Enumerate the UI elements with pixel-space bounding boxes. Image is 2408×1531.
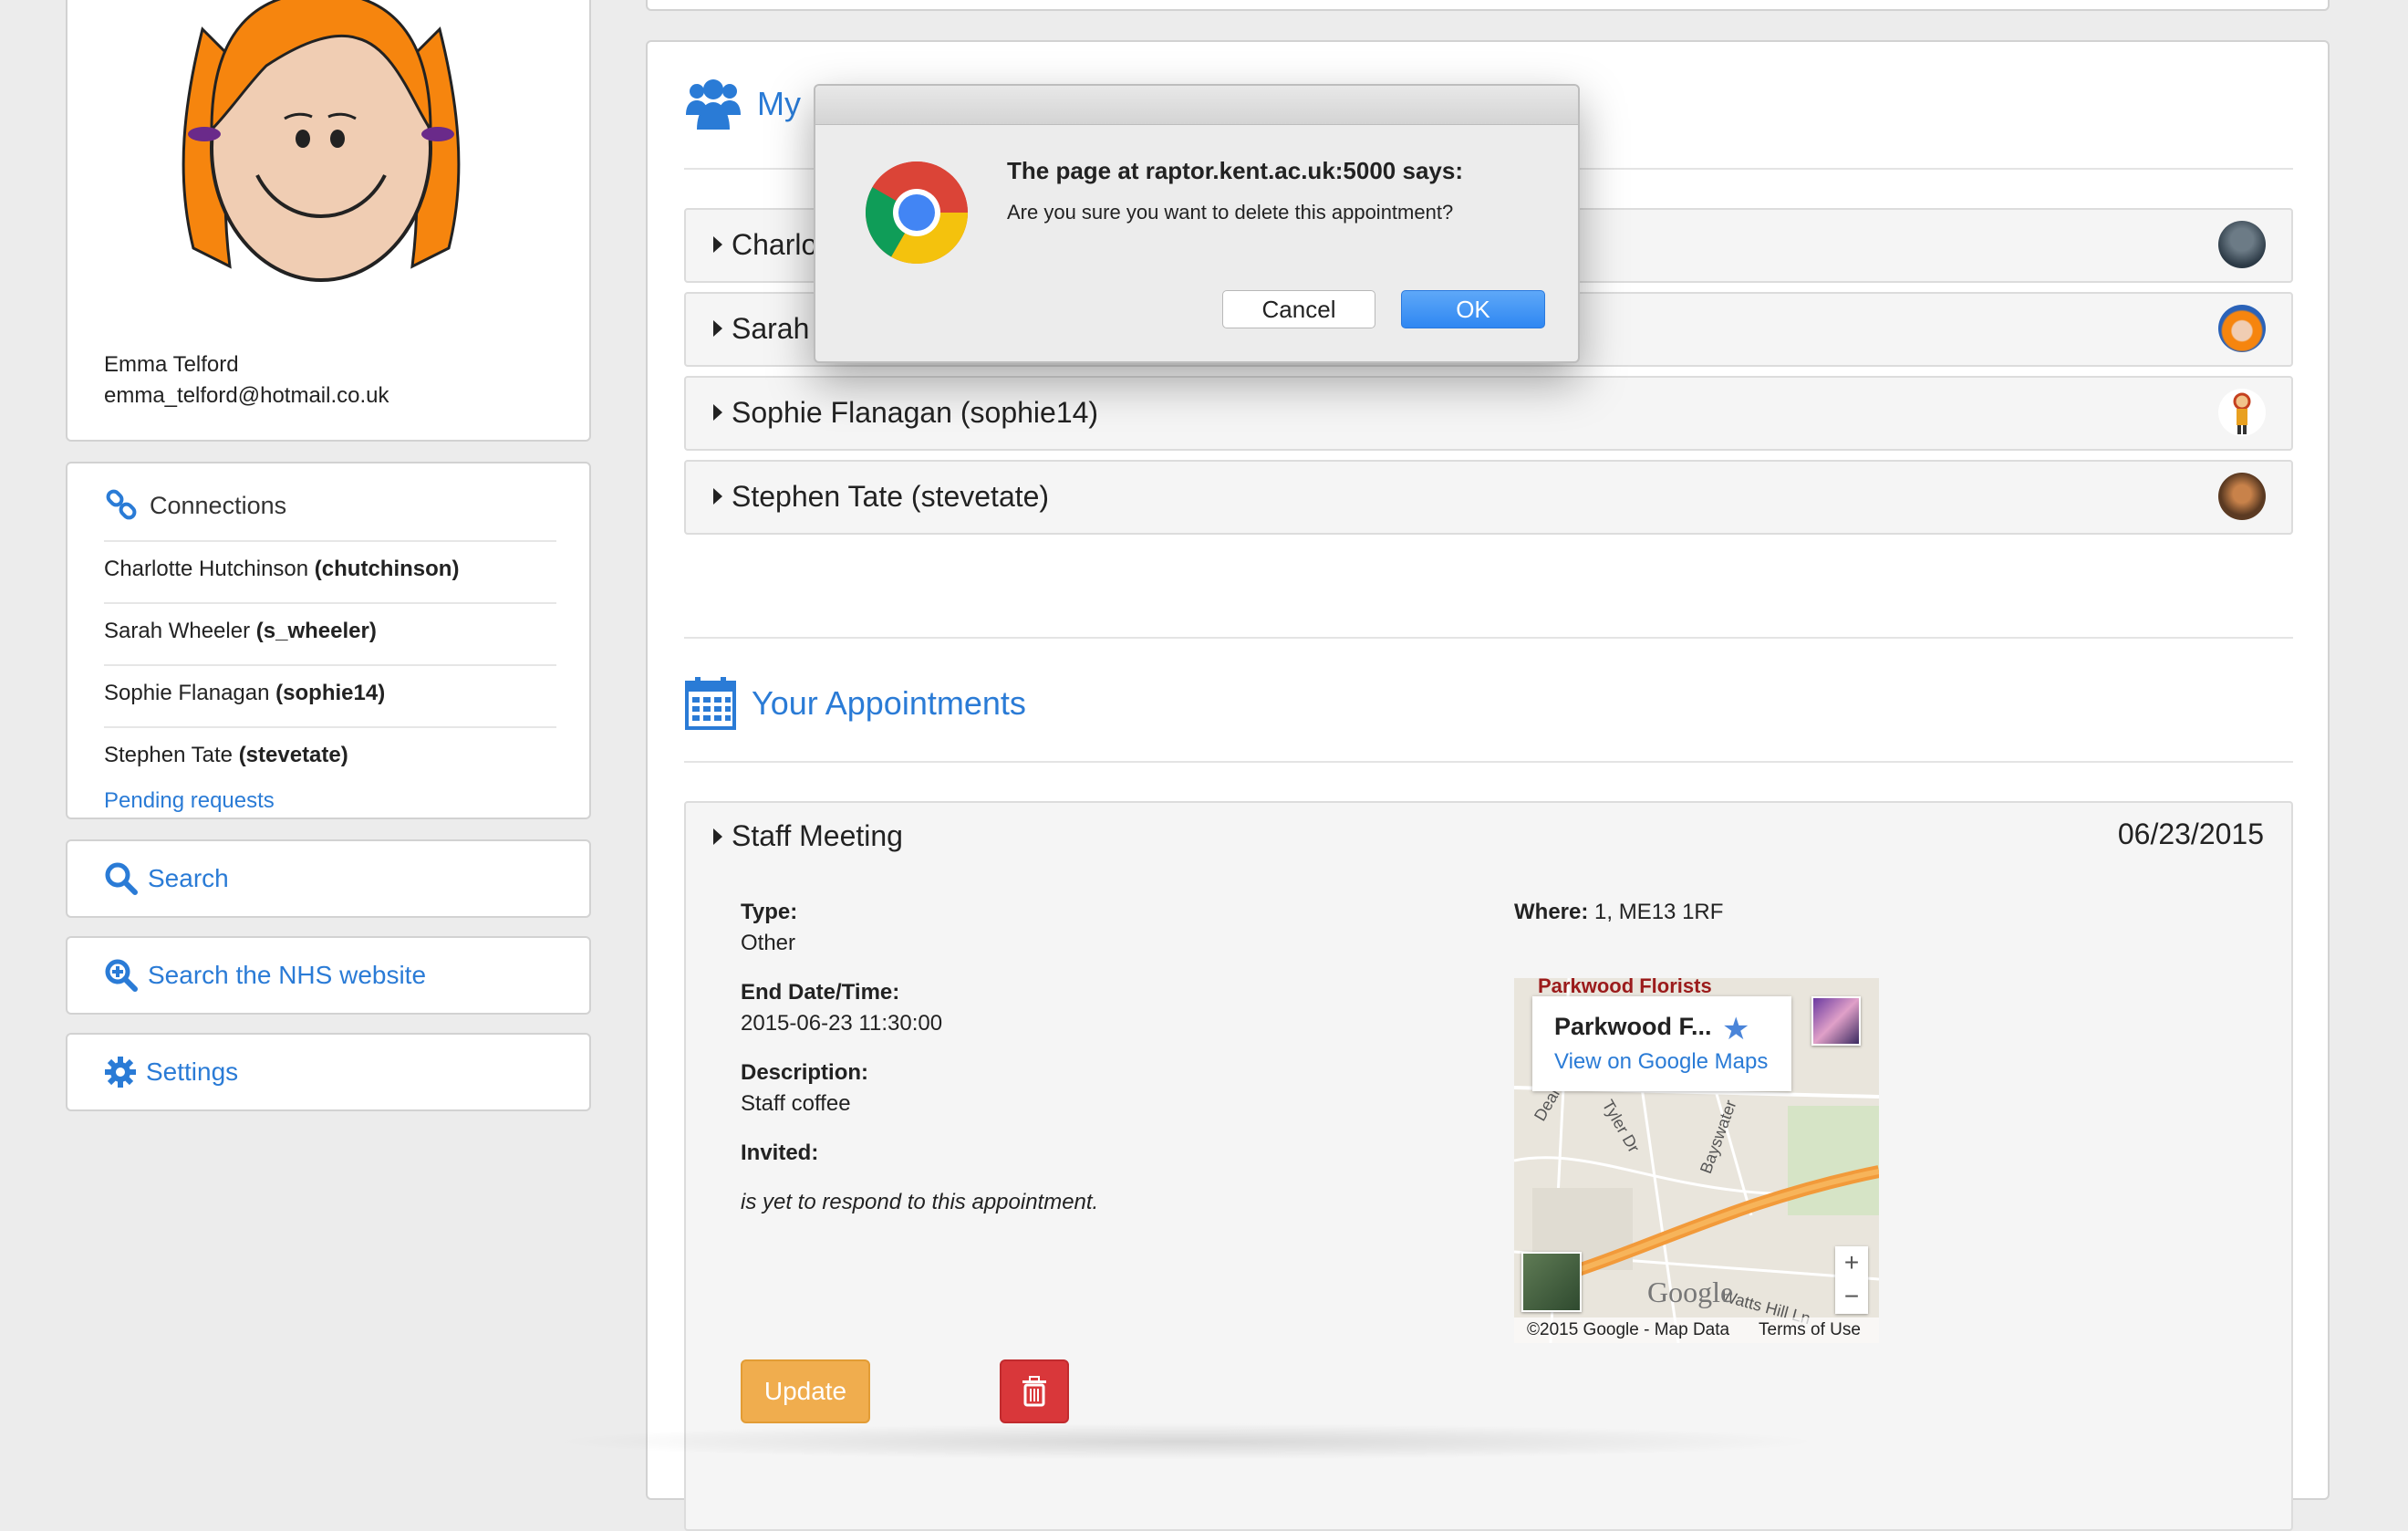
location-map[interactable]: Parkwood Florists Deanwoo Tyler Dr Baysw… [1514, 978, 1879, 1343]
connections-heading-label: Connections [150, 491, 287, 519]
gear-icon [105, 1057, 136, 1088]
dialog-title: The page at raptor.kent.ac.uk:5000 says: [1007, 157, 1463, 184]
search-label: Search [148, 864, 229, 892]
zoom-in-button[interactable]: + [1835, 1246, 1868, 1279]
profile-name: Emma Telford [104, 352, 239, 377]
connection-username: (s_wheeler) [255, 619, 377, 643]
link-icon [106, 489, 137, 520]
connections-heading: Connections [104, 487, 286, 524]
my-connections-title: My [684, 77, 801, 131]
appointment-card: Staff Meeting 06/23/2015 Type: Other End… [684, 801, 2293, 1531]
connection-row[interactable]: Sophie Flanagan (sophie14) [684, 376, 2293, 451]
trash-icon [1022, 1376, 1046, 1407]
connection-name: Stephen Tate [104, 743, 234, 767]
delete-button[interactable] [1000, 1359, 1069, 1423]
pending-requests-link[interactable]: Pending requests [104, 788, 275, 814]
ok-button[interactable]: OK [1401, 290, 1545, 328]
view-on-google-maps-link[interactable]: View on Google Maps [1554, 1049, 1768, 1075]
google-logo: Google [1647, 1276, 1734, 1308]
my-connections-label: My [757, 85, 801, 122]
connection-row-label: Sophie Flanagan (sophie14) [732, 396, 1099, 429]
divider [104, 602, 556, 604]
caret-right-icon [713, 320, 722, 337]
map-place-name: Parkwood F... [1554, 1013, 1712, 1040]
dialog-message: Are you sure you want to delete this app… [1007, 201, 1454, 224]
type-label: Type: [741, 900, 798, 924]
confirm-dialog: The page at raptor.kent.ac.uk:5000 says:… [814, 84, 1580, 363]
search-icon [105, 862, 138, 895]
map-copyright: ©2015 Google - Map Data [1527, 1320, 1730, 1339]
profile-card: Emma Telford emma_telford@hotmail.co.uk [66, 0, 591, 442]
settings-label: Settings [146, 1057, 239, 1086]
where-field: Where: 1, ME13 1RF [1514, 900, 1723, 925]
satellite-toggle[interactable] [1521, 1252, 1582, 1312]
caret-right-icon[interactable] [713, 828, 722, 845]
connection-row-label: Stephen Tate (stevetate) [732, 480, 1050, 513]
connection-name: Charlotte Hutchinson [104, 557, 309, 581]
connection-item[interactable]: Sophie Flanagan (sophie14) [104, 681, 556, 706]
connection-item[interactable]: Sarah Wheeler (s_wheeler) [104, 619, 556, 644]
zoom-in-icon [105, 959, 138, 992]
connection-username: (sophie14) [275, 681, 386, 705]
map-terms-link[interactable]: Terms of Use [1759, 1320, 1861, 1340]
appointment-title[interactable]: Staff Meeting [732, 819, 903, 853]
search-button[interactable]: Search [66, 839, 591, 918]
profile-avatar [182, 0, 461, 282]
divider [104, 540, 556, 542]
caret-right-icon [713, 404, 722, 421]
divider [684, 761, 2293, 763]
connection-row[interactable]: Stephen Tate (stevetate) [684, 460, 2293, 535]
where-value: 1, ME13 1RF [1594, 900, 1724, 924]
end-value: 2015-06-23 11:30:00 [741, 1011, 943, 1036]
avatar [2218, 221, 2266, 268]
map-place-label: Parkwood Florists [1538, 978, 1712, 997]
type-value: Other [741, 931, 796, 955]
connection-username: (chutchinson) [314, 557, 460, 581]
divider [684, 637, 2293, 639]
calendar-icon [685, 677, 736, 730]
map-attribution: ©2015 Google - Map Data Terms of Use [1514, 1317, 1879, 1343]
avatar [2218, 389, 2266, 436]
top-panel [646, 0, 2330, 11]
users-icon [686, 79, 741, 130]
divider [104, 664, 556, 666]
divider [104, 726, 556, 728]
avatar [2218, 305, 2266, 352]
end-label: End Date/Time: [741, 980, 900, 1005]
update-button[interactable]: Update [741, 1359, 870, 1423]
appointments-label: Your Appointments [752, 684, 1026, 722]
description-label: Description: [741, 1060, 869, 1085]
connection-username: (stevetate) [238, 743, 348, 767]
invited-label: Invited: [741, 1140, 819, 1165]
star-icon[interactable]: ★ [1722, 1011, 1749, 1047]
user-photo-thumbnail[interactable] [1811, 996, 1861, 1046]
settings-button[interactable]: Settings [66, 1033, 591, 1111]
connection-item[interactable]: Charlotte Hutchinson (chutchinson) [104, 557, 556, 582]
connection-name: Sophie Flanagan [104, 681, 270, 705]
zoom-controls: + − [1835, 1246, 1868, 1314]
profile-email: emma_telford@hotmail.co.uk [104, 383, 389, 408]
description-value: Staff coffee [741, 1091, 851, 1116]
nhs-search-button[interactable]: Search the NHS website [66, 936, 591, 1015]
connection-name: Sarah Wheeler [104, 619, 251, 643]
caret-right-icon [713, 236, 722, 253]
chrome-icon [865, 161, 968, 265]
connections-card: Connections Charlotte Hutchinson (chutch… [66, 462, 591, 819]
map-info-card: Parkwood F... ★ View on Google Maps [1532, 996, 1791, 1091]
avatar [2218, 473, 2266, 520]
dialog-titlebar[interactable] [815, 86, 1578, 125]
cancel-button[interactable]: Cancel [1222, 290, 1375, 328]
connection-row-label: Sarah [732, 312, 810, 345]
where-label: Where: [1514, 900, 1589, 924]
appointment-date: 06/23/2015 [2117, 818, 2264, 850]
caret-right-icon [713, 488, 722, 505]
connection-row-label: Charlo [732, 228, 818, 261]
appointments-title: Your Appointments [684, 675, 1026, 732]
bottom-shadow [547, 1423, 1824, 1460]
zoom-out-button[interactable]: − [1835, 1280, 1868, 1313]
connection-item[interactable]: Stephen Tate (stevetate) [104, 743, 556, 768]
nhs-search-label: Search the NHS website [148, 961, 427, 989]
invited-note: is yet to respond to this appointment. [741, 1190, 1099, 1214]
